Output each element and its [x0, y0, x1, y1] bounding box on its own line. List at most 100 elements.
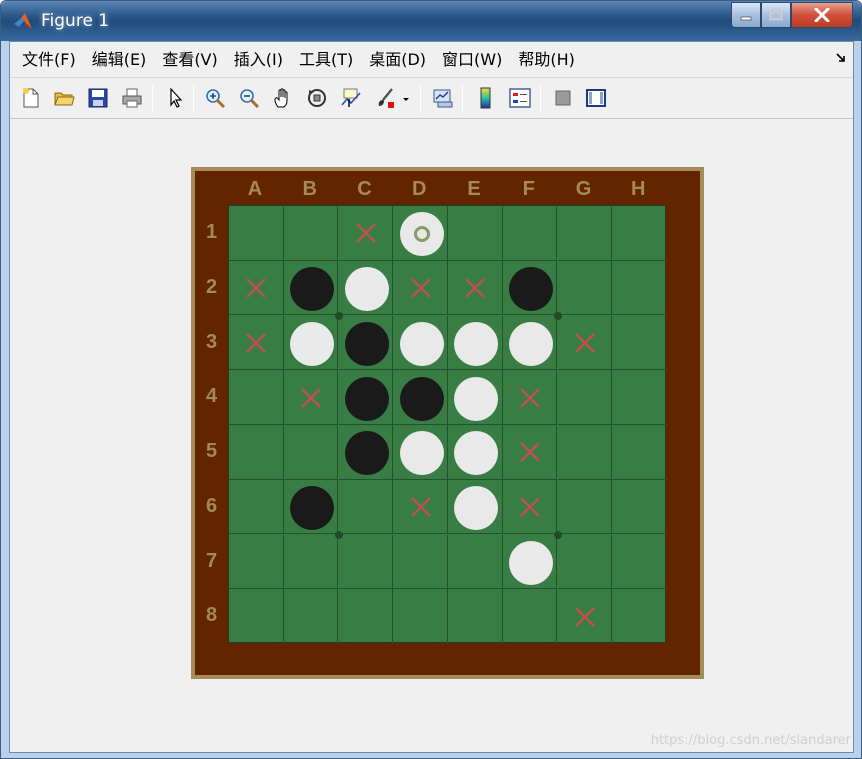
rotate-3d-icon [308, 89, 326, 107]
save-icon [88, 88, 108, 108]
white-disc [399, 212, 444, 257]
pan-button[interactable] [270, 85, 296, 111]
minimize-button[interactable] [731, 2, 761, 28]
board-cell-A1[interactable] [229, 206, 284, 261]
new-figure-icon [23, 88, 39, 108]
board-cell-H4[interactable] [612, 370, 667, 425]
board-cell-A7[interactable] [229, 534, 284, 590]
board-cell-D8[interactable] [393, 589, 448, 644]
show-plot-tools-button[interactable] [583, 85, 609, 111]
valid-move-marker[interactable] [573, 331, 597, 355]
board-cell-C8[interactable] [339, 589, 394, 644]
board-cell-H2[interactable] [612, 261, 667, 316]
menu-desktop[interactable]: 桌面(D) [361, 42, 434, 78]
brush-button[interactable] [372, 85, 398, 111]
rotate-3d-button[interactable] [304, 85, 330, 111]
row-label: 6 [205, 494, 218, 517]
figure-canvas[interactable]: A B C D E F G H 1 2 3 4 5 6 7 8 https://blog.csdn.net/s… [10, 120, 853, 752]
menu-window[interactable]: 窗口(W) [434, 42, 510, 78]
menu-edit[interactable]: 编辑(E) [84, 42, 155, 78]
board-cell-H8[interactable] [612, 589, 667, 644]
watermark: https://blog.csdn.net/slandarer [650, 733, 851, 748]
show-plot-tools-icon [586, 89, 606, 107]
board-cell-B8[interactable] [284, 589, 339, 644]
row-label: 4 [205, 385, 218, 408]
board-cell-E7[interactable] [448, 534, 503, 590]
board-cell-G5[interactable] [557, 425, 613, 480]
board-cell-A6[interactable] [229, 479, 284, 535]
star-point [334, 530, 343, 539]
board-cell-A5[interactable] [229, 425, 284, 480]
data-cursor-button[interactable] [338, 85, 364, 111]
menu-help[interactable]: 帮助(H) [510, 42, 583, 78]
board-cell-G6[interactable] [557, 479, 613, 535]
valid-move-marker[interactable] [244, 331, 268, 355]
link-plot-button[interactable] [430, 85, 456, 111]
print-button[interactable] [119, 85, 145, 111]
board-cell-G4[interactable] [557, 370, 613, 425]
valid-move-marker[interactable] [244, 276, 268, 300]
save-button[interactable] [85, 85, 111, 111]
star-point [553, 311, 562, 320]
zoom-out-button[interactable] [236, 85, 262, 111]
dock-arrow-icon[interactable] [835, 52, 847, 64]
zoom-out-icon [240, 89, 260, 109]
valid-move-marker[interactable] [463, 276, 487, 300]
valid-move-marker[interactable] [518, 386, 542, 410]
figure-window: Figure 1 文件(F) 编辑(E) 查看(V) 插入(I) 工具(T) 桌… [0, 0, 862, 759]
pointer-button[interactable] [162, 85, 188, 111]
valid-move-marker[interactable] [409, 276, 433, 300]
zoom-in-button[interactable] [202, 85, 228, 111]
board-cell-G2[interactable] [557, 260, 613, 316]
board-cell-E8[interactable] [448, 589, 503, 644]
board-cell-F8[interactable] [503, 589, 558, 644]
menu-insert[interactable]: 插入(I) [226, 42, 291, 78]
brush-dropdown-icon[interactable] [400, 85, 412, 111]
open-file-button[interactable] [51, 85, 77, 111]
legend-button[interactable] [507, 85, 533, 111]
board-cell-D7[interactable] [393, 534, 448, 590]
hide-plot-tools-button[interactable] [550, 85, 576, 111]
new-figure-button[interactable] [18, 85, 44, 111]
hide-plot-tools-icon [555, 90, 571, 106]
valid-move-marker[interactable] [573, 605, 597, 629]
column-label: F [522, 178, 535, 200]
link-plot-icon [433, 89, 453, 108]
menu-view[interactable]: 查看(V) [154, 42, 225, 78]
board-cell-H3[interactable] [612, 316, 667, 371]
board-cell-H5[interactable] [612, 425, 667, 480]
black-disc [344, 431, 389, 476]
legend-icon [509, 88, 531, 108]
valid-move-marker[interactable] [518, 440, 542, 464]
board-grid[interactable] [228, 205, 667, 644]
valid-move-marker[interactable] [354, 221, 378, 245]
maximize-button[interactable] [761, 2, 791, 28]
board-cell-A4[interactable] [229, 370, 284, 425]
menu-tools[interactable]: 工具(T) [291, 42, 361, 78]
board-cell-B7[interactable] [283, 534, 339, 590]
title-bar[interactable]: Figure 1 [1, 1, 861, 41]
board-cell-A8[interactable] [229, 589, 284, 644]
board-cell-G1[interactable] [557, 206, 613, 261]
board-cell-H6[interactable] [612, 480, 667, 535]
board-cell-G7[interactable] [557, 534, 613, 590]
board-cell-F1[interactable] [502, 206, 558, 261]
board-cell-H1[interactable] [612, 206, 667, 261]
white-disc [454, 321, 499, 366]
board-cell-B5[interactable] [283, 425, 339, 480]
board-cell-C6[interactable] [338, 479, 394, 535]
valid-move-marker[interactable] [299, 386, 323, 410]
menu-file[interactable]: 文件(F) [14, 42, 84, 78]
valid-move-marker[interactable] [409, 495, 433, 519]
board-cell-B1[interactable] [283, 206, 339, 261]
close-button[interactable] [791, 2, 853, 28]
row-label: 1 [205, 221, 218, 243]
column-label: B [302, 178, 317, 200]
board-cell-C7[interactable] [338, 534, 394, 590]
white-disc [509, 540, 554, 585]
valid-move-marker[interactable] [518, 495, 542, 519]
colorbar-button[interactable] [473, 85, 499, 111]
board-cell-E1[interactable] [448, 206, 503, 261]
data-cursor-icon [341, 88, 361, 107]
board-cell-H7[interactable] [612, 535, 667, 590]
